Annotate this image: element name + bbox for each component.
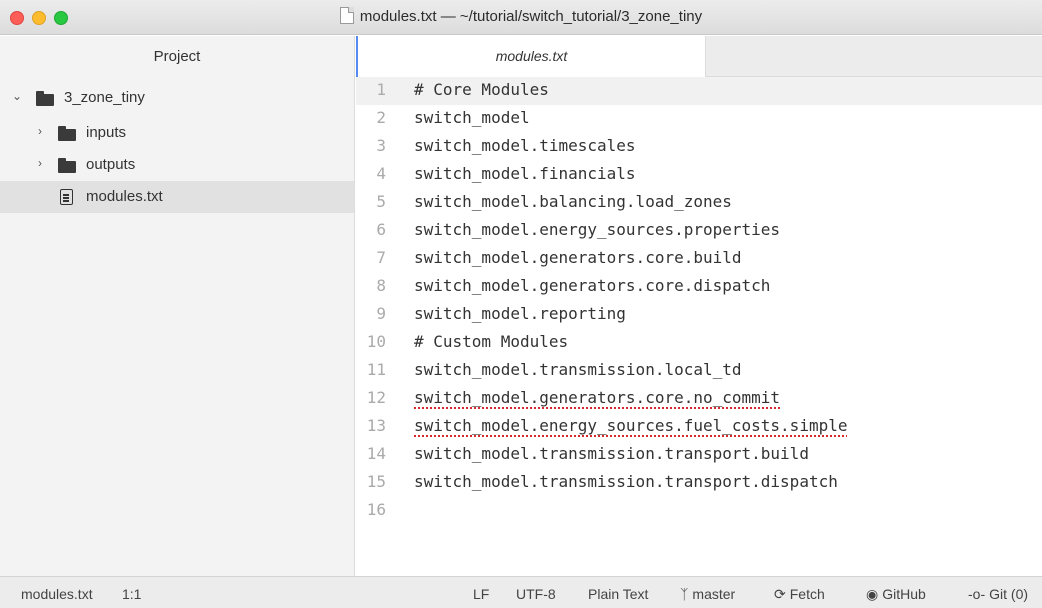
- chevron-right-icon[interactable]: ›: [38, 156, 42, 170]
- line-text[interactable]: switch_model.timescales: [414, 136, 636, 155]
- tab-modules-txt[interactable]: modules.txt: [356, 36, 706, 77]
- tree-item-label: outputs: [86, 156, 136, 173]
- git-branch-icon: ᛉ: [680, 586, 689, 602]
- editor-line[interactable]: 16: [356, 497, 1042, 525]
- line-text[interactable]: switch_model: [414, 108, 530, 127]
- status-encoding[interactable]: UTF-8: [516, 586, 556, 602]
- tree-item-label: modules.txt: [86, 188, 163, 205]
- tree-item-modules-txt[interactable]: modules.txt: [0, 181, 354, 213]
- editor-line[interactable]: 1 # Core Modules: [356, 77, 1042, 105]
- editor-line[interactable]: 12 switch_model.generators.core.no_commit: [356, 385, 1042, 413]
- editor-line[interactable]: 15 switch_model.transmission.transport.di…: [356, 469, 1042, 497]
- line-number: 9: [376, 304, 386, 323]
- github-icon: ◉: [866, 586, 879, 602]
- line-text[interactable]: switch_model.transmission.transport.disp…: [414, 472, 838, 491]
- status-github[interactable]: ◉ GitHub: [866, 586, 926, 603]
- text-file-icon: [60, 189, 73, 205]
- line-number: 6: [376, 220, 386, 239]
- folder-icon: [58, 126, 76, 141]
- tree-item-3-zone-tiny[interactable]: ⌄ 3_zone_tiny: [0, 82, 354, 114]
- line-text[interactable]: # Custom Modules: [414, 332, 568, 351]
- project-tree-panel: Project ⌄ 3_zone_tiny › inputs › outputs…: [0, 36, 355, 576]
- sync-icon: ⟳: [774, 586, 786, 602]
- fetch-label: Fetch: [789, 586, 825, 602]
- text-editor[interactable]: 1 # Core Modules 2 switch_model 3 switch_mode…: [356, 77, 1042, 576]
- git-commit-icon: -o-: [968, 586, 986, 602]
- line-number: 16: [366, 500, 386, 519]
- line-text[interactable]: switch_model.energy_sources.properties: [414, 220, 780, 239]
- status-git[interactable]: -o- Git (0): [968, 586, 1028, 602]
- title-bar: modules.txt — ~/tutorial/switch_tutorial…: [0, 0, 1042, 35]
- line-text[interactable]: switch_model.balancing.load_zones: [414, 192, 732, 211]
- editor-line[interactable]: 3 switch_model.timescales: [356, 133, 1042, 161]
- git-label: Git (0): [989, 586, 1029, 602]
- tab-bar: modules.txt: [356, 36, 1042, 77]
- line-number: 8: [376, 276, 386, 295]
- line-text[interactable]: switch_model.generators.core.dispatch: [414, 276, 770, 295]
- line-number: 11: [366, 360, 386, 379]
- github-label: GitHub: [882, 586, 926, 602]
- tree-item-outputs[interactable]: › outputs: [0, 149, 354, 181]
- folder-icon: [36, 91, 54, 106]
- status-grammar[interactable]: Plain Text: [588, 586, 648, 602]
- line-number: 3: [376, 136, 386, 155]
- tree-item-inputs[interactable]: › inputs: [0, 117, 354, 149]
- window-title-area: modules.txt — ~/tutorial/switch_tutorial…: [0, 7, 1042, 25]
- branch-label: master: [692, 586, 736, 602]
- line-text[interactable]: switch_model.reporting: [414, 304, 626, 323]
- editor-line[interactable]: 2 switch_model: [356, 105, 1042, 133]
- folder-icon: [58, 158, 76, 173]
- line-text[interactable]: switch_model.energy_sources.fuel_costs.s…: [414, 416, 847, 435]
- editor-line[interactable]: 7 switch_model.generators.core.build: [356, 245, 1042, 273]
- status-line-ending[interactable]: LF: [473, 586, 489, 602]
- line-text[interactable]: switch_model.financials: [414, 164, 636, 183]
- tree-item-label: inputs: [86, 124, 127, 141]
- line-number: 12: [366, 388, 386, 407]
- editor-line[interactable]: 11 switch_model.transmission.local_td: [356, 357, 1042, 385]
- window-title: modules.txt — ~/tutorial/switch_tutorial…: [359, 8, 703, 25]
- line-number: 4: [376, 164, 386, 183]
- status-bar: modules.txt 1:1 LF UTF-8 Plain Text ᛉ mas…: [0, 576, 1042, 608]
- editor-line[interactable]: 5 switch_model.balancing.load_zones: [356, 189, 1042, 217]
- line-text[interactable]: # Core Modules: [414, 80, 549, 99]
- editor-line[interactable]: 14 switch_model.transmission.transport.bu…: [356, 441, 1042, 469]
- editor-line[interactable]: 4 switch_model.financials: [356, 161, 1042, 189]
- line-number: 15: [366, 472, 386, 491]
- line-number: 5: [376, 192, 386, 211]
- line-number: 14: [366, 444, 386, 463]
- line-number: 10: [366, 332, 386, 351]
- line-text[interactable]: switch_model.generators.core.no_commit: [414, 388, 780, 407]
- line-number: 2: [376, 108, 386, 127]
- line-number: 7: [376, 248, 386, 267]
- line-number: 13: [366, 416, 386, 435]
- line-text[interactable]: switch_model.transmission.local_td: [414, 360, 742, 379]
- status-file-name[interactable]: modules.txt: [21, 586, 93, 602]
- status-cursor-position[interactable]: 1:1: [122, 586, 141, 602]
- editor-line[interactable]: 13 switch_model.energy_sources.fuel_costs…: [356, 413, 1042, 441]
- editor-line[interactable]: 6 switch_model.energy_sources.properties: [356, 217, 1042, 245]
- chevron-right-icon[interactable]: ›: [38, 124, 42, 138]
- tree-item-label: 3_zone_tiny: [64, 89, 145, 106]
- editor-line[interactable]: 8 switch_model.generators.core.dispatch: [356, 273, 1042, 301]
- line-number: 1: [376, 80, 386, 99]
- editor-line[interactable]: 10 # Custom Modules: [356, 329, 1042, 357]
- project-panel-header: Project: [153, 48, 201, 65]
- chevron-down-icon[interactable]: ⌄: [12, 89, 22, 103]
- status-fetch[interactable]: ⟳ Fetch: [774, 586, 825, 603]
- editor-line[interactable]: 9 switch_model.reporting: [356, 301, 1042, 329]
- line-text[interactable]: switch_model.generators.core.build: [414, 248, 742, 267]
- document-icon: [339, 7, 354, 24]
- line-text[interactable]: switch_model.transmission.transport.buil…: [414, 444, 809, 463]
- status-branch[interactable]: ᛉ master: [680, 586, 735, 602]
